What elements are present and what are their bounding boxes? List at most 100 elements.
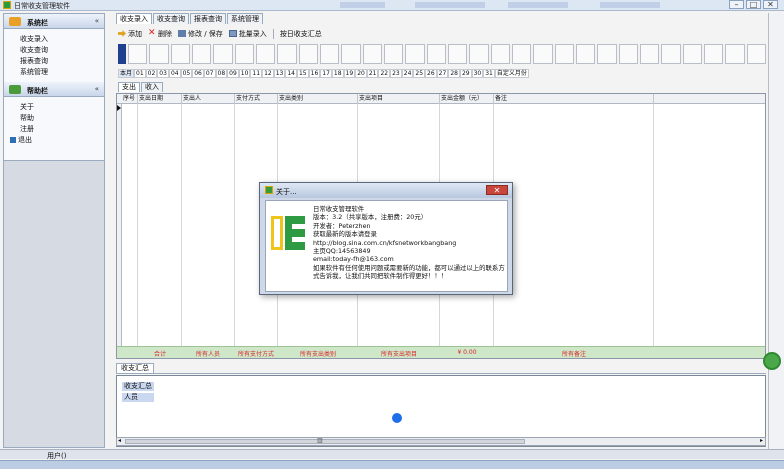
day-button[interactable]: 25 [413, 69, 426, 78]
tab-income-entry[interactable]: 收支录入 [116, 13, 152, 24]
day-button[interactable]: 23 [390, 69, 402, 78]
month-cell[interactable] [746, 44, 766, 64]
summary-item-income[interactable]: 收支汇总 [122, 382, 154, 391]
month-cell[interactable] [639, 44, 660, 64]
day-button[interactable]: 17 [320, 69, 332, 78]
tab-income-query[interactable]: 收支查询 [153, 13, 189, 24]
system-panel-header[interactable]: 系统栏 « [4, 14, 104, 29]
month-cell[interactable] [682, 44, 702, 64]
day-button[interactable]: 10 [238, 69, 251, 78]
day-button[interactable]: 14 [285, 69, 297, 78]
col-index[interactable]: 序号 [122, 94, 138, 104]
nav-item-about[interactable]: 关于 [20, 102, 104, 113]
month-cell[interactable] [298, 44, 318, 64]
day-button[interactable]: 03 [157, 69, 169, 78]
horizontal-scrollbar[interactable]: ◂ ▥ ▸ [116, 437, 766, 446]
day-button[interactable]: 07 [203, 69, 216, 78]
day-button[interactable]: 19 [343, 69, 356, 78]
month-cell[interactable] [426, 44, 446, 64]
month-cell[interactable] [128, 44, 148, 64]
col-item[interactable]: 支出项目 [358, 94, 440, 104]
day-button[interactable]: 24 [401, 69, 414, 78]
day-button[interactable]: 04 [168, 69, 181, 78]
day-button[interactable]: 22 [378, 69, 391, 78]
scroll-right-icon[interactable]: ▸ [760, 437, 763, 444]
day-button[interactable]: 09 [227, 69, 239, 78]
month-cell[interactable] [277, 44, 297, 64]
tab-expense[interactable]: 支出 [118, 82, 140, 92]
tab-system-settings[interactable]: 系统管理 [227, 13, 263, 24]
day-button[interactable]: 16 [308, 69, 321, 78]
nav-item-income-entry[interactable]: 收支录入 [20, 34, 104, 45]
month-cell[interactable] [447, 44, 468, 64]
month-cell[interactable] [554, 44, 574, 64]
col-note[interactable]: 备注 [494, 94, 654, 104]
nav-item-report-query[interactable]: 报表查询 [20, 56, 104, 67]
col-person[interactable]: 支出人 [182, 94, 235, 104]
day-button[interactable]: 08 [215, 69, 228, 78]
col-amount[interactable]: 支出金额（元） [440, 94, 494, 104]
day-button[interactable]: 18 [331, 69, 344, 78]
nav-item-exit[interactable]: 退出 [10, 135, 104, 146]
day-button[interactable]: 11 [250, 69, 263, 78]
day-button[interactable]: 28 [448, 69, 460, 78]
this-month-button[interactable]: 本月 [118, 69, 135, 78]
scroll-thumb[interactable] [125, 439, 525, 444]
month-cell[interactable] [191, 44, 212, 64]
summary-item-person[interactable]: 人员 [122, 393, 154, 402]
daily-summary-button[interactable]: 按日收支汇总 [280, 29, 322, 39]
tab-summary[interactable]: 收支汇总 [116, 363, 154, 373]
month-cell[interactable] [255, 44, 276, 64]
day-button[interactable]: 30 [471, 69, 484, 78]
month-cell[interactable] [362, 44, 382, 64]
maximize-button[interactable]: □ [746, 0, 761, 9]
minimize-button[interactable]: – [729, 0, 744, 9]
day-button[interactable]: 12 [262, 69, 274, 78]
about-close-button[interactable]: ✕ [486, 185, 508, 195]
day-button[interactable]: 05 [180, 69, 193, 78]
day-button[interactable]: 01 [134, 69, 146, 78]
day-button[interactable]: 26 [425, 69, 437, 78]
collapse-icon[interactable]: « [95, 17, 99, 25]
about-blog-link[interactable]: http://blog.sina.com.cn/kfsnetworkbangba… [313, 239, 505, 247]
day-button[interactable]: 20 [355, 69, 367, 78]
day-button[interactable]: 15 [296, 69, 309, 78]
month-cell[interactable] [149, 44, 169, 64]
tab-report-query[interactable]: 报表查询 [190, 13, 226, 24]
nav-item-help[interactable]: 帮助 [20, 113, 104, 124]
month-cell[interactable] [661, 44, 681, 64]
about-dialog-titlebar[interactable]: 关于... ✕ [260, 183, 512, 198]
month-cell[interactable] [213, 44, 233, 64]
day-button[interactable]: 06 [192, 69, 204, 78]
batch-import-button[interactable]: 批量录入 [228, 29, 267, 39]
month-cell[interactable] [405, 44, 425, 64]
green-floating-icon[interactable] [763, 352, 781, 370]
month-cell[interactable] [469, 44, 489, 64]
nav-item-system-settings[interactable]: 系统管理 [20, 67, 104, 78]
edit-save-button[interactable]: 修改 / 保存 [178, 29, 223, 39]
about-email[interactable]: email:today-fh@163.com [313, 255, 505, 263]
day-button[interactable]: 27 [436, 69, 449, 78]
tab-income[interactable]: 收入 [141, 82, 163, 92]
day-button[interactable]: 31 [483, 69, 495, 78]
nav-item-income-query[interactable]: 收支查询 [20, 45, 104, 56]
day-button[interactable]: 02 [145, 69, 158, 78]
month-cell[interactable] [490, 44, 510, 64]
close-button[interactable]: ✕ [763, 0, 778, 9]
month-cell[interactable] [597, 44, 617, 64]
month-cell[interactable] [703, 44, 724, 64]
month-cell[interactable] [533, 44, 553, 64]
month-cell[interactable] [170, 44, 190, 64]
delete-button[interactable]: ✕ 删除 [148, 29, 172, 39]
col-payment[interactable]: 支付方式 [235, 94, 278, 104]
custom-month-button[interactable]: 自定义月份 [494, 69, 529, 78]
month-cell[interactable] [341, 44, 361, 64]
nav-item-register[interactable]: 注册 [20, 124, 104, 135]
month-cell[interactable] [575, 44, 596, 64]
month-cell[interactable] [383, 44, 404, 64]
month-cell[interactable] [511, 44, 532, 64]
day-button[interactable]: 29 [459, 69, 472, 78]
day-button[interactable]: 13 [273, 69, 286, 78]
col-date[interactable]: 支出日期 [138, 94, 182, 104]
month-cell[interactable] [234, 44, 254, 64]
